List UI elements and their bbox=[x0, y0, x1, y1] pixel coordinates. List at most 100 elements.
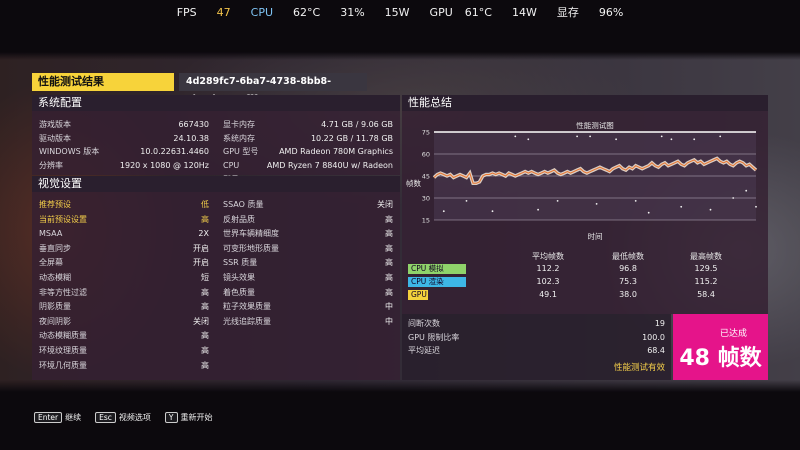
fps-achieved-label: 已达成 bbox=[719, 329, 747, 339]
chart-y-tick-label: 30 bbox=[422, 195, 430, 203]
system-config-row: 系统内存 10.22 GB / 11.78 GB bbox=[223, 132, 393, 147]
chart-outlier-point bbox=[556, 200, 559, 202]
system-config-value: AMD Ryzen 7 8840U w/ Radeon 780M Graphic… bbox=[266, 160, 393, 185]
video-setting-value: 高 bbox=[385, 214, 393, 224]
prompt-label: 重新开始 bbox=[180, 412, 213, 422]
video-setting-value: 高 bbox=[201, 302, 209, 312]
button-prompts: Enter 继续 Esc 视频选项 Y 重新开始 bbox=[34, 410, 227, 424]
prompt-label: 继续 bbox=[65, 412, 82, 422]
key-glyph: Y bbox=[164, 411, 178, 423]
chart-title: 性能测试图 bbox=[576, 122, 614, 130]
chart-outlier-point bbox=[634, 200, 637, 202]
hud-vram-label: 显存 bbox=[556, 6, 579, 19]
video-setting-row: 推荐预设 低 bbox=[39, 198, 209, 213]
hud-cpu-temp: 62°C bbox=[293, 5, 321, 19]
prompt-enter[interactable]: Enter 继续 bbox=[34, 411, 82, 423]
video-setting-label: 反射品质 bbox=[223, 214, 255, 224]
video-setting-row: 当前预设设置 高 bbox=[39, 213, 209, 228]
system-config-value: 4.71 GB / 9.06 GB bbox=[321, 120, 393, 129]
video-setting-label: 垂直同步 bbox=[39, 243, 71, 253]
run-id: 4d289fc7-6ba7-4738-8bb8-5ba0b143afff bbox=[179, 73, 367, 105]
video-setting-value: 中 bbox=[385, 302, 393, 312]
video-setting-row: 阴影质量 高 bbox=[39, 300, 209, 315]
video-setting-value: 高 bbox=[201, 346, 209, 355]
chart-y-tick-label: 75 bbox=[422, 129, 430, 137]
video-setting-label: 环境几何质量 bbox=[39, 360, 87, 370]
summary-value: 102.3 bbox=[536, 277, 560, 286]
stat-value: 68.4 bbox=[647, 346, 665, 355]
video-setting-row: 夜间阴影 关闭 bbox=[39, 315, 209, 330]
system-config-value: 1920 x 1080 @ 120Hz bbox=[119, 160, 209, 170]
system-config-label: 显卡内存 bbox=[223, 120, 255, 129]
stat-label: GPU 限制比率 bbox=[408, 332, 460, 342]
video-setting-row: 着色质量 高 bbox=[223, 286, 393, 301]
performance-summary-title: 性能总结 bbox=[402, 95, 768, 111]
chart-y-tick-label: 15 bbox=[422, 217, 430, 225]
video-setting-row: 全屏幕 开启 bbox=[39, 256, 209, 271]
video-setting-value: 关闭 bbox=[193, 316, 209, 326]
chart-x-label: 时间 bbox=[588, 231, 603, 241]
results-title: 性能测试结果 bbox=[32, 73, 174, 91]
summary-value: 38.0 bbox=[619, 290, 637, 299]
video-setting-label: 光线追踪质量 bbox=[223, 316, 271, 326]
summary-value: 58.4 bbox=[697, 290, 715, 299]
hud-gpu-temp: 61°C bbox=[464, 5, 492, 19]
video-setting-row: 动态模糊质量 高 bbox=[39, 329, 209, 344]
system-config-row: 游戏版本 667430 bbox=[39, 118, 209, 133]
system-config-value: 667430 bbox=[178, 120, 209, 129]
hud-fps-label: FPS bbox=[176, 5, 197, 19]
stat-row: 间断次数 19 bbox=[408, 317, 665, 332]
hud-gpu-label: GPU bbox=[429, 5, 453, 19]
prompt-esc[interactable]: Esc 视频选项 bbox=[95, 411, 151, 423]
chart-outlier-point bbox=[693, 138, 696, 141]
system-config-label: WINDOWS 版本 bbox=[39, 147, 100, 156]
summary-value: 115.2 bbox=[694, 277, 718, 286]
video-setting-row: 垂直同步 开启 bbox=[39, 242, 209, 257]
system-config-label: GPU 型号 bbox=[223, 147, 259, 156]
chart-outlier-point bbox=[514, 135, 517, 138]
system-config-value: AMD Radeon 780M Graphics bbox=[279, 147, 393, 156]
summary-row-tag: CPU 渲染 bbox=[408, 277, 466, 287]
fps-achieved-value: 48 帧数 bbox=[679, 346, 762, 371]
system-config-value: 10.0.22631.4460 bbox=[140, 147, 209, 156]
system-config-value: 24.10.38 bbox=[173, 133, 209, 143]
summary-value: 129.5 bbox=[694, 264, 718, 273]
chart-outlier-point bbox=[732, 197, 735, 199]
summary-value: 96.8 bbox=[619, 264, 637, 273]
video-setting-row: MSAA 2X bbox=[39, 227, 209, 242]
video-setting-label: 镜头效果 bbox=[223, 273, 255, 282]
chart-y-tick-label: 60 bbox=[422, 151, 430, 159]
system-config-row: 显卡内存 4.71 GB / 9.06 GB bbox=[223, 118, 393, 133]
video-setting-label: 环境纹理质量 bbox=[39, 346, 87, 355]
summary-value: 112.2 bbox=[536, 264, 560, 273]
chart-outlier-point bbox=[709, 208, 712, 211]
video-setting-label: 夜间阴影 bbox=[39, 316, 71, 326]
video-setting-label: SSAO 质量 bbox=[223, 200, 264, 209]
system-config-row: GPU 型号 AMD Radeon 780M Graphics bbox=[223, 145, 393, 160]
valid-status: 性能测试有效 bbox=[613, 363, 665, 373]
system-config-row: 分辨率 1920 x 1080 @ 120Hz bbox=[39, 159, 209, 174]
video-setting-value: 高 bbox=[385, 258, 393, 268]
system-config-label: 分辨率 bbox=[39, 160, 63, 170]
system-config-label: 系统内存 bbox=[223, 133, 255, 143]
system-config-label: 驱动版本 bbox=[39, 133, 71, 143]
video-setting-label: 着色质量 bbox=[223, 287, 255, 297]
stat-value: 100.0 bbox=[642, 332, 665, 342]
video-setting-value: 关闭 bbox=[377, 200, 393, 209]
stat-row: 平均延迟 68.4 bbox=[408, 344, 665, 359]
chart-outlier-point bbox=[755, 205, 757, 208]
stat-value: 19 bbox=[654, 319, 665, 328]
video-setting-label: 全屏幕 bbox=[39, 258, 63, 268]
performance-hud: FPS 47 CPU 62°C 31% 15W GPU 61°C 14W 显存 … bbox=[0, 0, 800, 24]
summary-col-header: 最高帧数 bbox=[690, 252, 722, 261]
stat-row: GPU 限制比率 100.0 bbox=[408, 331, 665, 346]
hud-cpu-usage: 31% bbox=[340, 5, 365, 19]
video-setting-value: 短 bbox=[201, 273, 209, 282]
prompt-y[interactable]: Y 重新开始 bbox=[164, 411, 213, 423]
chart-outlier-point bbox=[576, 135, 578, 138]
chart-outlier-point bbox=[465, 200, 468, 202]
video-settings-title: 视觉设置 bbox=[32, 176, 400, 192]
video-setting-value: 2X bbox=[198, 229, 209, 239]
video-setting-value: 高 bbox=[201, 331, 209, 341]
video-setting-value: 高 bbox=[385, 229, 393, 239]
